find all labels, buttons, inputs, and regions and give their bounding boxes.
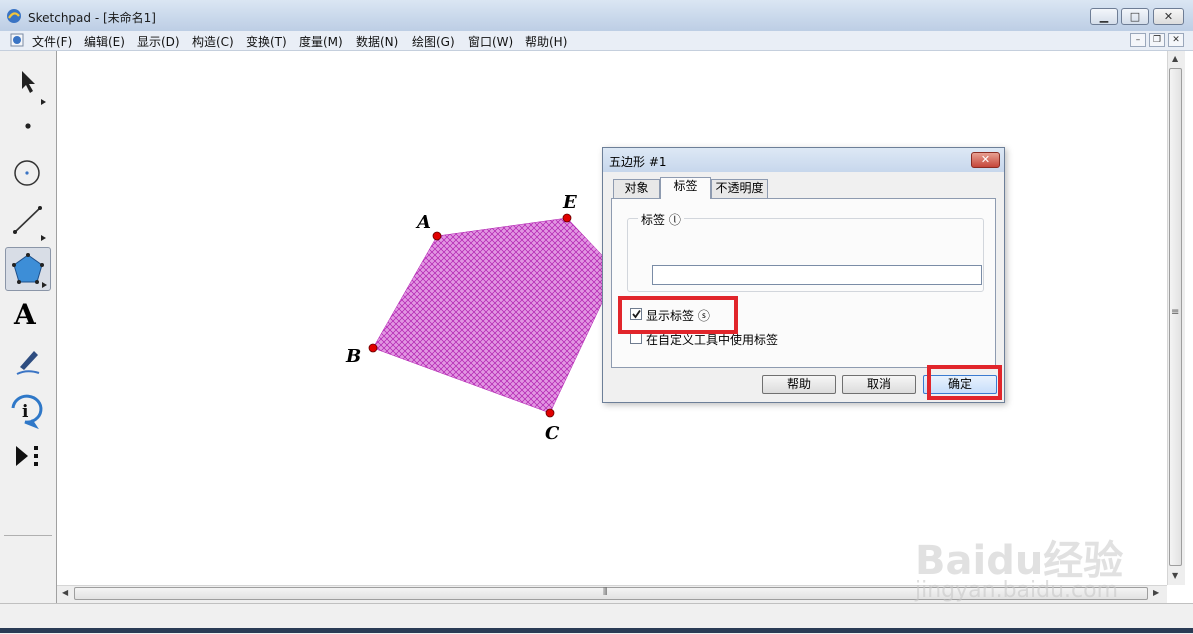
label-c: C bbox=[545, 423, 560, 444]
maximize-button[interactable]: □ bbox=[1121, 8, 1149, 25]
label-group-title: 标签 ⓛ bbox=[638, 211, 684, 228]
arrow-tool-icon bbox=[22, 71, 46, 105]
label-input[interactable] bbox=[652, 265, 982, 285]
compass-tool-icon bbox=[14, 160, 40, 186]
label-e: E bbox=[562, 192, 577, 213]
scroll-down-icon[interactable]: ▼ bbox=[1172, 571, 1178, 580]
title-bar: Sketchpad - [未命名1] ▁ □ ✕ bbox=[0, 0, 1193, 32]
marker-tool[interactable] bbox=[5, 341, 51, 385]
taskbar-edge bbox=[0, 628, 1193, 633]
text-tool-icon: A bbox=[14, 298, 36, 331]
custom-tool-icon bbox=[16, 446, 38, 466]
polygon-tool[interactable] bbox=[5, 247, 51, 291]
menu-data[interactable]: 数据(N) bbox=[356, 33, 398, 50]
point-c bbox=[545, 408, 555, 418]
sketchpad-logo-icon bbox=[7, 9, 21, 23]
straightedge-tool-icon bbox=[13, 206, 46, 241]
dialog-title-bar[interactable]: 五边形 #1 ✕ bbox=[603, 148, 1004, 172]
doc-close-button[interactable]: ✕ bbox=[1168, 33, 1184, 47]
tab-label[interactable]: 标签 bbox=[660, 177, 711, 199]
properties-dialog: 五边形 #1 ✕ 对象 标签 不透明度 标签 ⓛ 显示标签 ⓢ 在自定义工具中使… bbox=[602, 147, 1005, 403]
polygon-tool-icon bbox=[12, 253, 47, 288]
custom-tool[interactable] bbox=[5, 434, 51, 478]
menu-help[interactable]: 帮助(H) bbox=[525, 33, 567, 50]
grip-icon: ⦀ bbox=[603, 587, 608, 598]
pentagon-interior bbox=[372, 217, 618, 414]
doc-restore-button[interactable]: ❐ bbox=[1149, 33, 1165, 47]
label-b: B bbox=[345, 346, 361, 367]
close-icon: ✕ bbox=[1163, 10, 1174, 23]
menu-measure[interactable]: 度量(M) bbox=[299, 33, 343, 50]
menu-transform[interactable]: 变换(T) bbox=[246, 33, 287, 50]
point-tool-icon bbox=[25, 123, 31, 129]
watermark-url: jingyan.baidu.com bbox=[915, 578, 1119, 603]
maximize-icon: □ bbox=[1129, 10, 1141, 23]
highlight-ok-button bbox=[927, 365, 1002, 400]
scroll-right-icon[interactable]: ▶ bbox=[1153, 588, 1159, 597]
marker-tool-icon bbox=[16, 351, 40, 375]
toolbox-divider bbox=[4, 535, 52, 536]
grip-icon: ≡ bbox=[1171, 307, 1180, 318]
document-icon[interactable] bbox=[10, 33, 24, 47]
menu-edit[interactable]: 编辑(E) bbox=[84, 33, 125, 50]
tab-opacity[interactable]: 不透明度 bbox=[711, 179, 768, 198]
label-a: A bbox=[415, 212, 431, 233]
point-e bbox=[562, 213, 572, 223]
menu-display[interactable]: 显示(D) bbox=[137, 33, 180, 50]
arrow-tool[interactable] bbox=[5, 63, 51, 107]
point-b bbox=[368, 343, 378, 353]
menu-window[interactable]: 窗口(W) bbox=[468, 33, 513, 50]
vertical-scroll-thumb[interactable]: ≡ bbox=[1169, 68, 1182, 566]
cancel-button[interactable]: 取消 bbox=[842, 375, 916, 394]
minimize-icon: ▁ bbox=[1099, 10, 1109, 23]
point-a bbox=[432, 231, 442, 241]
close-icon: ✕ bbox=[980, 153, 991, 166]
text-tool[interactable]: A bbox=[5, 295, 51, 339]
straightedge-tool[interactable] bbox=[5, 199, 51, 243]
tab-panel: 标签 ⓛ 显示标签 ⓢ 在自定义工具中使用标签 bbox=[611, 198, 996, 368]
dialog-close-button[interactable]: ✕ bbox=[971, 152, 1000, 168]
menu-construct[interactable]: 构造(C) bbox=[192, 33, 234, 50]
information-tool-icon: i bbox=[11, 394, 43, 430]
doc-minimize-button[interactable]: – bbox=[1130, 33, 1146, 47]
scroll-left-icon[interactable]: ◀ bbox=[62, 588, 68, 597]
menu-file[interactable]: 文件(F) bbox=[32, 33, 72, 50]
scroll-up-icon[interactable]: ▲ bbox=[1172, 54, 1178, 63]
menu-graph[interactable]: 绘图(G) bbox=[412, 33, 455, 50]
highlight-show-label bbox=[618, 296, 738, 334]
tab-object[interactable]: 对象 bbox=[613, 179, 660, 198]
dialog-title: 五边形 #1 bbox=[609, 155, 667, 169]
window-title: Sketchpad - [未命名1] bbox=[28, 11, 156, 25]
toolbox: A i bbox=[0, 51, 57, 603]
close-button[interactable]: ✕ bbox=[1153, 8, 1184, 25]
point-tool[interactable] bbox=[5, 109, 51, 153]
minimize-button[interactable]: ▁ bbox=[1090, 8, 1118, 25]
menu-bar: 文件(F) 编辑(E) 显示(D) 构造(C) 变换(T) 度量(M) 数据(N… bbox=[0, 31, 1193, 51]
label-group: 标签 ⓛ bbox=[627, 211, 984, 292]
compass-tool[interactable] bbox=[5, 153, 51, 197]
svg-text:i: i bbox=[22, 402, 29, 422]
help-button[interactable]: 帮助 bbox=[762, 375, 836, 394]
information-tool[interactable]: i bbox=[5, 388, 51, 432]
